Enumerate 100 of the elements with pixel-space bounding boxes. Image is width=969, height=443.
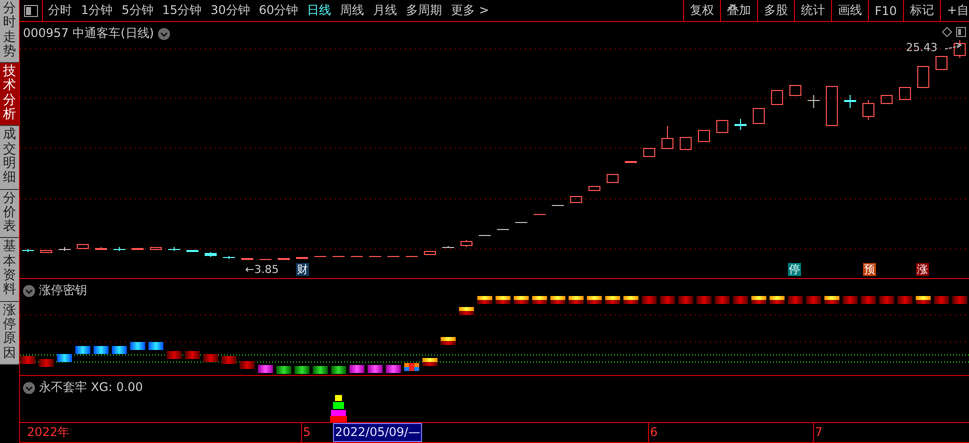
candlestick [954, 40, 966, 58]
candlestick [661, 126, 674, 149]
candlestick [680, 137, 692, 150]
candlestick [936, 56, 948, 70]
candlestick [424, 251, 436, 255]
period-tab[interactable]: 月线 [373, 2, 398, 19]
indicator-bar [20, 356, 36, 364]
candlestick [643, 148, 656, 157]
candlestick [460, 240, 472, 248]
indicator-bar [458, 307, 474, 315]
indicator-bar [94, 346, 109, 354]
candlestick [515, 222, 528, 223]
period-tab[interactable]: 更多 > [451, 2, 489, 19]
indicator-bar [166, 351, 182, 359]
period-tab[interactable]: 多周期 [406, 2, 442, 19]
sidebar-tab[interactable]: 基本资料 [0, 238, 19, 302]
indicator-bar [184, 351, 200, 359]
candlestick [113, 246, 126, 252]
candlestick [789, 85, 802, 96]
sidebar-tab[interactable]: 技术分析 [0, 63, 19, 126]
period-tab[interactable]: 1分钟 [81, 2, 113, 19]
candlestick [95, 246, 108, 250]
chevron-down-icon[interactable] [158, 28, 170, 40]
sidebar-tab[interactable]: 分时走势 [0, 0, 19, 64]
candlestick [204, 252, 217, 258]
toolbar-button[interactable]: 画线 [830, 0, 868, 21]
event-marker[interactable]: 停 [788, 263, 801, 276]
period-tab[interactable]: 30分钟 [210, 2, 250, 19]
indicator-bar [733, 296, 748, 304]
toolbar-button[interactable]: 复权 [682, 0, 720, 21]
candlestick [880, 95, 893, 104]
indicator-bar [349, 365, 364, 373]
indicator-bar [678, 296, 694, 304]
period-tab[interactable]: 5分钟 [122, 2, 154, 19]
sidebar-tab[interactable]: 分价表 [0, 190, 19, 238]
period-tab[interactable]: 15分钟 [162, 2, 202, 19]
sidebar-tab[interactable]: 涨停原因 [0, 302, 19, 365]
indicator-bar [879, 296, 894, 304]
candlestick [752, 108, 765, 124]
candlestick [406, 256, 418, 257]
candlestick [698, 130, 710, 142]
layout-icon[interactable] [956, 27, 966, 37]
toolbar-button[interactable]: +自 [940, 0, 969, 21]
candlestick [534, 214, 546, 215]
event-marker[interactable]: 预 [863, 263, 876, 276]
indicator-bar [842, 296, 858, 304]
candlestick [771, 90, 784, 105]
candlestick [40, 250, 52, 253]
indicator-bar [605, 296, 620, 304]
candlestick [168, 246, 180, 252]
indicator-bar [623, 296, 638, 304]
sidebar-tab[interactable]: 成交明细 [0, 126, 19, 190]
layout-icon[interactable] [24, 4, 38, 16]
event-marker[interactable]: 财 [296, 263, 309, 276]
indicator-bar [368, 365, 383, 373]
indicator-bar [440, 337, 456, 345]
indicator-bar [934, 296, 949, 304]
toolbar-button[interactable]: F10 [868, 0, 903, 21]
candlestick [260, 259, 272, 260]
candlestick [22, 248, 34, 252]
indicator-bar [550, 296, 566, 304]
candlestick [186, 250, 198, 252]
candlestick [734, 118, 747, 130]
candlestick [898, 87, 911, 100]
candlestick [442, 246, 454, 248]
period-tab[interactable]: 日线 [307, 2, 332, 19]
indicator-bar [477, 296, 492, 304]
chevron-down-icon[interactable] [23, 284, 35, 296]
period-tab[interactable]: 分时 [48, 2, 72, 19]
candlestick [314, 256, 326, 257]
candlestick [716, 120, 728, 133]
toolbar-button[interactable]: 标记 [902, 0, 940, 21]
indicator-bar [38, 359, 54, 367]
candlestick [369, 256, 382, 257]
period-tab[interactable]: 60分钟 [258, 2, 298, 19]
candlestick [222, 256, 235, 260]
indicator-bar [806, 296, 822, 304]
toolbar-button[interactable]: 统计 [794, 0, 831, 21]
indicator-bar [916, 296, 931, 304]
indicator-bar [148, 342, 164, 350]
indicator-bar [221, 356, 236, 364]
indicator-bar [714, 296, 730, 304]
diamond-icon[interactable] [942, 27, 952, 37]
candlestick [132, 248, 144, 250]
toolbar-button[interactable]: 叠加 [720, 0, 757, 21]
indicator-bar [952, 296, 968, 304]
period-tab[interactable]: 周线 [340, 2, 364, 19]
indicator-bar [276, 366, 292, 374]
indicator-bar [496, 296, 511, 304]
candlestick [826, 86, 838, 126]
indicator-bar [130, 342, 146, 350]
candlestick [350, 256, 363, 257]
candlestick [844, 94, 856, 108]
indicator-bar [532, 296, 548, 304]
indicator-bar [404, 363, 420, 371]
chevron-down-icon[interactable] [23, 382, 35, 394]
toolbar-button[interactable]: 多股 [756, 0, 794, 21]
candlestick [478, 235, 491, 236]
candlestick [552, 205, 564, 206]
event-marker[interactable]: 涨 [916, 263, 929, 276]
